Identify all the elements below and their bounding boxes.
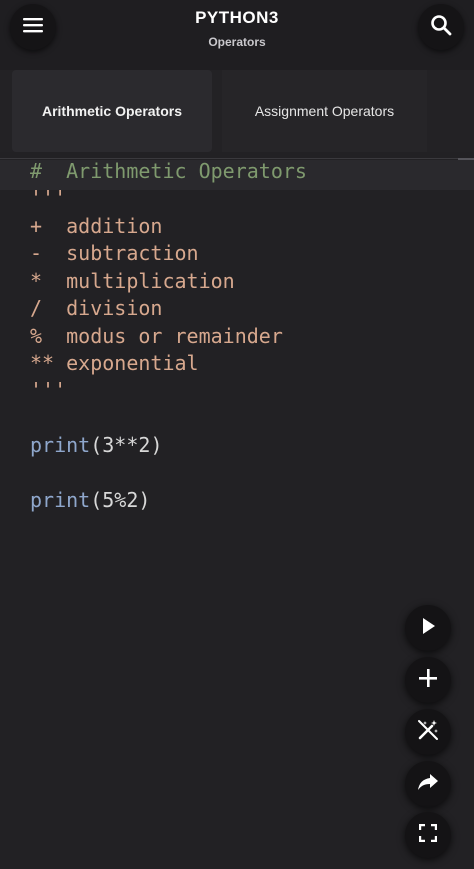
add-button[interactable]	[405, 657, 451, 703]
search-button[interactable]	[418, 4, 464, 50]
code-line[interactable]: % modus or remainder	[30, 323, 283, 350]
code-editor[interactable]: # Arithmetic Operators ''' + addition - …	[0, 152, 474, 869]
code-line[interactable]: print(5%2)	[30, 487, 150, 514]
code-line[interactable]: / division	[30, 295, 162, 322]
magic-wand-button[interactable]	[405, 709, 451, 755]
share-button[interactable]	[405, 761, 451, 807]
function-args: 3**2	[102, 433, 151, 457]
code-line[interactable]: - subtraction	[30, 240, 199, 267]
code-line[interactable]: # Arithmetic Operators	[30, 158, 307, 185]
code-line[interactable]: '''	[30, 185, 66, 212]
app-title: PYTHON3	[195, 8, 279, 27]
play-icon	[420, 617, 436, 640]
run-button[interactable]	[405, 605, 451, 651]
fullscreen-button[interactable]	[405, 812, 451, 858]
code-line[interactable]: '''	[30, 377, 66, 404]
code-line[interactable]: * multiplication	[30, 268, 235, 295]
share-icon	[417, 772, 439, 797]
tab-bar: Arithmetic Operators Assignment Operator…	[0, 70, 474, 152]
code-line[interactable]: ** exponential	[30, 350, 199, 377]
tab-arithmetic-operators[interactable]: Arithmetic Operators	[12, 70, 212, 152]
search-icon	[430, 14, 452, 41]
code-line[interactable]: print(3**2)	[30, 432, 162, 459]
function-name: print	[30, 433, 91, 457]
magic-wand-icon	[416, 718, 440, 747]
app-header: PYTHON3 Operators	[0, 0, 474, 70]
fullscreen-icon	[418, 823, 438, 847]
function-name: print	[30, 488, 91, 512]
plus-icon	[418, 668, 438, 693]
code-line[interactable]: + addition	[30, 213, 162, 240]
tab-assignment-operators[interactable]: Assignment Operators	[222, 70, 427, 152]
function-args: 5%2	[102, 488, 139, 512]
page-subtitle: Operators	[208, 35, 266, 49]
